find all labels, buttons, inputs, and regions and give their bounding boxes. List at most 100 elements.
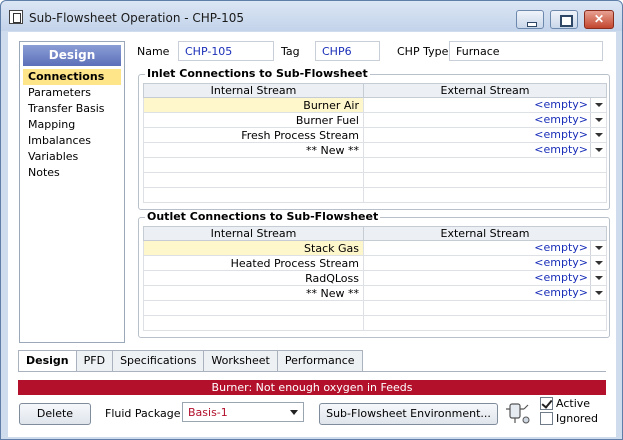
name-label: Name — [137, 45, 170, 58]
sub-flowsheet-icon[interactable] — [504, 400, 532, 426]
external-stream-cell[interactable]: <empty> — [363, 240, 607, 256]
chevron-down-icon[interactable] — [590, 286, 606, 300]
close-button[interactable]: ✕ — [584, 10, 614, 29]
ignored-checkbox[interactable] — [540, 412, 553, 425]
name-field[interactable]: CHP-105 — [178, 41, 274, 61]
table-row[interactable]: ** New ** <empty> — [143, 285, 607, 301]
table-row[interactable]: Stack Gas <empty> — [143, 240, 607, 256]
tab-design[interactable]: Design — [18, 350, 77, 372]
empty-cell[interactable] — [143, 300, 364, 316]
chevron-down-icon[interactable] — [590, 271, 606, 285]
external-stream-value: <empty> — [534, 241, 588, 254]
external-stream-cell[interactable]: <empty> — [363, 255, 607, 271]
internal-stream-cell[interactable]: ** New ** — [143, 285, 364, 301]
tag-label: Tag — [281, 45, 300, 58]
external-stream-value: <empty> — [534, 98, 588, 111]
empty-cell[interactable] — [363, 187, 607, 203]
minimize-button[interactable] — [516, 10, 544, 29]
empty-cell[interactable] — [143, 187, 364, 203]
table-row[interactable]: Burner Air <empty> — [143, 97, 607, 113]
window-title: Sub-Flowsheet Operation - CHP-105 — [29, 11, 244, 25]
table-row[interactable]: RadQLoss <empty> — [143, 270, 607, 286]
close-icon: ✕ — [593, 12, 605, 26]
external-stream-value: <empty> — [534, 271, 588, 284]
table-row[interactable] — [143, 172, 607, 188]
external-stream-cell[interactable]: <empty> — [363, 127, 607, 143]
outlet-connections-group: Outlet Connections to Sub-Flowsheet Inte… — [138, 210, 610, 338]
internal-stream-cell[interactable]: RadQLoss — [143, 270, 364, 286]
table-row[interactable]: Heated Process Stream <empty> — [143, 255, 607, 271]
external-stream-value: <empty> — [534, 256, 588, 269]
fluid-package-select[interactable]: Basis-1 — [182, 402, 304, 422]
empty-cell[interactable] — [143, 315, 364, 331]
empty-cell[interactable] — [363, 172, 607, 188]
sidebar-item-mapping[interactable]: Mapping — [23, 117, 121, 133]
table-row[interactable] — [143, 300, 607, 316]
external-stream-cell[interactable]: <empty> — [363, 112, 607, 128]
table-row[interactable]: ** New ** <empty> — [143, 142, 607, 158]
sidebar-item-variables[interactable]: Variables — [23, 149, 121, 165]
inlet-group-title: Inlet Connections to Sub-Flowsheet — [145, 67, 370, 80]
internal-stream-cell[interactable]: Burner Air — [143, 97, 364, 113]
sidebar-item-notes[interactable]: Notes — [23, 165, 121, 181]
empty-cell[interactable] — [363, 300, 607, 316]
empty-cell[interactable] — [143, 172, 364, 188]
tab-specifications[interactable]: Specifications — [112, 350, 205, 372]
internal-stream-cell[interactable]: Heated Process Stream — [143, 255, 364, 271]
external-stream-cell[interactable]: <empty> — [363, 285, 607, 301]
sidebar-item-connections[interactable]: Connections — [23, 69, 121, 85]
empty-cell[interactable] — [363, 157, 607, 173]
inlet-col-internal: Internal Stream — [143, 83, 364, 98]
delete-button[interactable]: Delete — [19, 403, 91, 425]
maximize-button[interactable] — [550, 10, 578, 29]
internal-stream-cell[interactable]: Stack Gas — [143, 240, 364, 256]
outlet-group-title: Outlet Connections to Sub-Flowsheet — [145, 210, 381, 223]
external-stream-cell[interactable]: <empty> — [363, 142, 607, 158]
active-checkbox[interactable] — [540, 397, 553, 410]
table-row[interactable]: Fresh Process Stream <empty> — [143, 127, 607, 143]
chevron-down-icon[interactable] — [590, 128, 606, 142]
active-label: Active — [556, 397, 591, 410]
ignored-label: Ignored — [556, 412, 598, 425]
outlet-col-external: External Stream — [363, 226, 607, 241]
table-row[interactable] — [143, 315, 607, 331]
chevron-down-icon[interactable] — [590, 256, 606, 270]
outlet-table: Internal Stream External Stream Stack Ga… — [143, 226, 607, 331]
chevron-down-icon[interactable] — [590, 98, 606, 112]
external-stream-cell[interactable]: <empty> — [363, 97, 607, 113]
internal-stream-cell[interactable]: Fresh Process Stream — [143, 127, 364, 143]
table-row[interactable] — [143, 187, 607, 203]
chevron-down-icon[interactable] — [590, 143, 606, 157]
tab-bar: Design PFD Specifications Worksheet Perf… — [18, 350, 363, 372]
sub-flowsheet-environment-button[interactable]: Sub-Flowsheet Environment... — [319, 403, 498, 425]
chp-type-field[interactable]: Furnace — [449, 41, 603, 61]
tab-worksheet[interactable]: Worksheet — [203, 350, 278, 372]
internal-stream-cell[interactable]: Burner Fuel — [143, 112, 364, 128]
outlet-col-internal: Internal Stream — [143, 226, 364, 241]
sidebar-header: Design — [23, 45, 121, 66]
sidebar-item-imbalances[interactable]: Imbalances — [23, 133, 121, 149]
empty-cell[interactable] — [143, 157, 364, 173]
inlet-connections-group: Inlet Connections to Sub-Flowsheet Inter… — [138, 67, 610, 210]
sidebar: Design Connections Parameters Transfer B… — [19, 41, 125, 343]
table-row[interactable]: Burner Fuel <empty> — [143, 112, 607, 128]
table-row[interactable] — [143, 157, 607, 173]
external-stream-value: <empty> — [534, 143, 588, 156]
title-bar[interactable]: Sub-Flowsheet Operation - CHP-105 ✕ — [1, 1, 622, 31]
external-stream-cell[interactable]: <empty> — [363, 270, 607, 286]
tab-pfd[interactable]: PFD — [75, 350, 114, 372]
app-icon — [9, 10, 23, 24]
empty-cell[interactable] — [363, 315, 607, 331]
fluid-package-value: Basis-1 — [188, 406, 228, 419]
inlet-table: Internal Stream External Stream Burner A… — [143, 83, 607, 203]
chp-type-label: CHP Type — [397, 45, 449, 58]
sidebar-item-parameters[interactable]: Parameters — [23, 85, 121, 101]
tag-field[interactable]: CHP6 — [315, 41, 380, 61]
chevron-down-icon[interactable] — [590, 241, 606, 255]
status-bar: Burner: Not enough oxygen in Feeds — [18, 380, 606, 395]
tab-performance[interactable]: Performance — [276, 350, 363, 372]
chevron-down-icon[interactable] — [590, 113, 606, 127]
fluid-package-label: Fluid Package — [105, 407, 181, 420]
sidebar-item-transfer-basis[interactable]: Transfer Basis — [23, 101, 121, 117]
internal-stream-cell[interactable]: ** New ** — [143, 142, 364, 158]
